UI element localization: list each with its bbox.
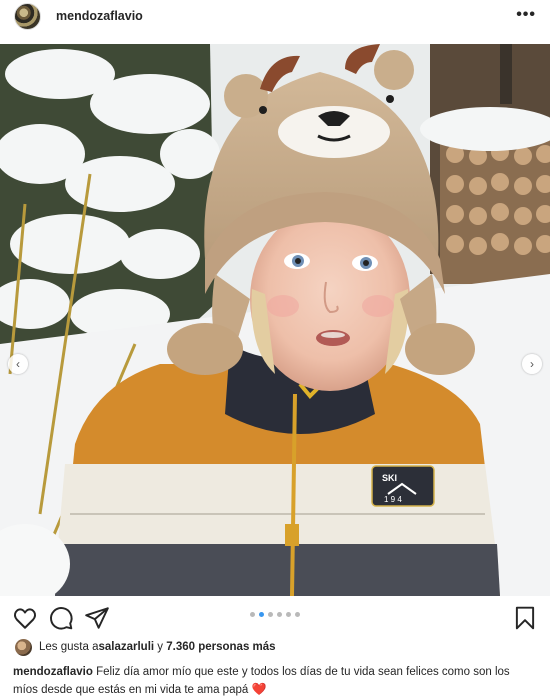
action-bar [0, 600, 550, 634]
carousel-next-button[interactable]: › [522, 354, 542, 374]
carousel-dot [277, 612, 282, 617]
heart-icon[interactable] [12, 605, 38, 631]
carousel-dot [286, 612, 291, 617]
carousel-prev-button[interactable]: ‹ [8, 354, 28, 374]
liker-username[interactable]: salazarluli [98, 641, 154, 653]
comment-icon[interactable] [48, 605, 74, 631]
carousel-dot [250, 612, 255, 617]
liker-avatar[interactable] [15, 638, 32, 656]
post-caption: mendozaflavio Feliz día amor mío que est… [13, 664, 535, 699]
carousel-indicator [250, 612, 300, 617]
likes-summary: Les gusta a salazarluli y 7.360 personas… [15, 637, 276, 657]
likes-count[interactable]: 7.360 personas más [166, 641, 275, 653]
patch-text-year: 1 9 4 [384, 495, 402, 504]
likes-middle: y [154, 641, 167, 653]
post-header: mendozaflavio ••• [0, 0, 550, 34]
avatar[interactable] [14, 3, 41, 30]
child-snow-photo: SKI 1 9 4 [0, 44, 550, 596]
post-image[interactable]: SKI 1 9 4 ‹ › [0, 44, 550, 596]
likes-prefix: Les gusta a [39, 641, 99, 653]
post-username[interactable]: mendozaflavio [56, 9, 143, 23]
more-options-icon[interactable]: ••• [516, 7, 536, 23]
bookmark-icon[interactable] [512, 605, 538, 631]
send-icon[interactable] [84, 605, 110, 631]
caption-username[interactable]: mendozaflavio [13, 666, 93, 678]
carousel-dot [268, 612, 273, 617]
patch-text-ski: SKI [382, 473, 397, 483]
carousel-dot [295, 612, 300, 617]
carousel-dot-active [259, 612, 264, 617]
heart-emoji: ❤️ [251, 682, 267, 696]
